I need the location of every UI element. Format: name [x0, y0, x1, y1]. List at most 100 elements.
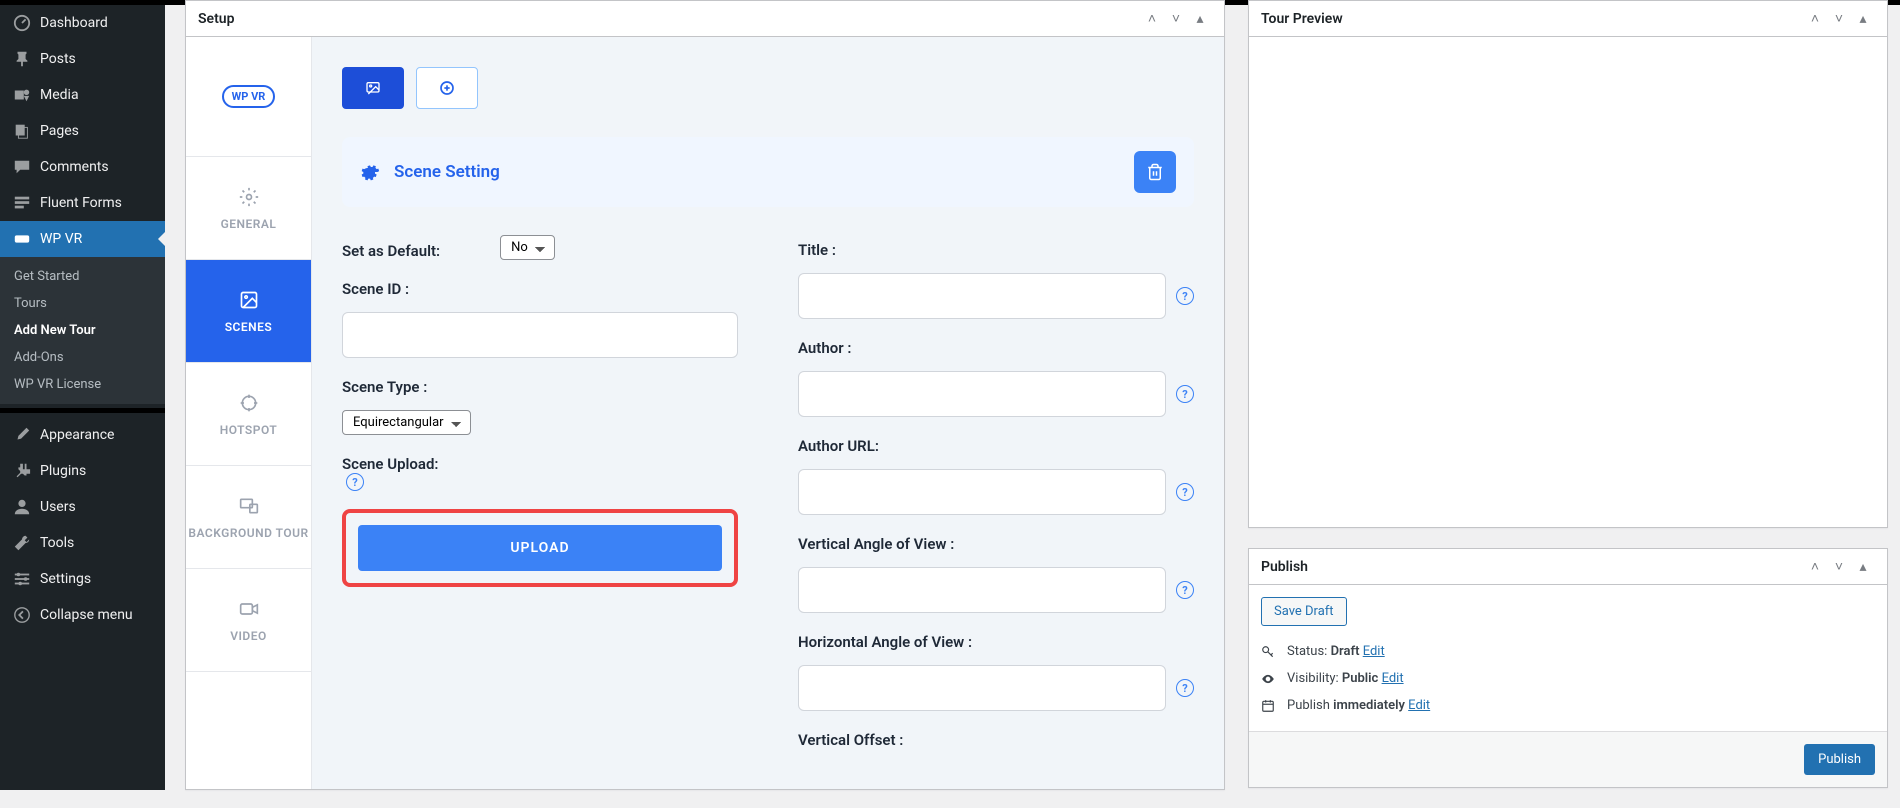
gear-icon [237, 185, 261, 209]
edit-schedule-link[interactable]: Edit [1408, 698, 1430, 713]
vtab-video[interactable]: VIDEO [186, 569, 311, 672]
move-up-icon[interactable]: ˄ [1803, 555, 1827, 579]
move-down-icon[interactable]: ˅ [1827, 555, 1851, 579]
sidebar-item-settings[interactable]: Settings [0, 561, 165, 597]
edit-visibility-link[interactable]: Edit [1382, 671, 1404, 686]
gear-icon [360, 162, 380, 182]
calendar-icon [1261, 699, 1277, 713]
submenu-add-new-tour[interactable]: Add New Tour [0, 317, 165, 344]
sidebar-item-media[interactable]: Media [0, 77, 165, 113]
toggle-icon[interactable]: ▴ [1851, 7, 1875, 31]
menu-label: Pages [40, 123, 79, 139]
info-icon[interactable]: ? [1176, 679, 1194, 697]
vtab-label: HOTSPOT [220, 423, 278, 437]
sidebar-item-wpvr[interactable]: WP VR [0, 221, 165, 257]
menu-label: Users [40, 499, 76, 515]
sidebar-item-collapse[interactable]: Collapse menu [0, 597, 165, 633]
setup-left-nav: WP VR GENERAL SCENES HOTSPOT BACKGROUND … [186, 37, 312, 790]
image-icon [363, 80, 383, 96]
menu-label: WP VR [40, 231, 82, 247]
right-sidebar: Tour Preview ˄ ˅ ▴ Publish ˄ ˅ ▴ Save Dr… [1248, 0, 1888, 808]
target-icon [237, 391, 261, 415]
scene-setting-header: Scene Setting [342, 137, 1194, 207]
menu-label: Comments [40, 159, 109, 175]
sidebar-item-tools[interactable]: Tools [0, 525, 165, 561]
media-icon [12, 85, 32, 105]
plus-icon [439, 80, 455, 96]
sidebar-item-posts[interactable]: Posts [0, 41, 165, 77]
pages-icon [12, 121, 32, 141]
sidebar-item-dashboard[interactable]: Dashboard [0, 5, 165, 41]
edit-status-link[interactable]: Edit [1363, 644, 1385, 659]
tour-preview-title: Tour Preview [1261, 11, 1343, 27]
delete-scene-button[interactable] [1134, 151, 1176, 193]
author-label: Author : [798, 339, 1194, 357]
sidebar-item-users[interactable]: Users [0, 489, 165, 525]
vtab-hotspot[interactable]: HOTSPOT [186, 363, 311, 466]
form-icon [12, 193, 32, 213]
video-icon [237, 597, 261, 621]
move-down-icon[interactable]: ˅ [1164, 7, 1188, 31]
vtab-label: GENERAL [221, 217, 277, 231]
menu-label: Collapse menu [40, 607, 133, 623]
title-input[interactable] [798, 273, 1166, 319]
author-url-input[interactable] [798, 469, 1166, 515]
move-down-icon[interactable]: ˅ [1827, 7, 1851, 31]
trash-icon [1146, 163, 1164, 181]
submenu-get-started[interactable]: Get Started [0, 263, 165, 290]
info-icon[interactable]: ? [1176, 483, 1194, 501]
menu-label: Posts [40, 51, 76, 67]
vtab-general[interactable]: GENERAL [186, 157, 311, 260]
info-icon[interactable]: ? [1176, 581, 1194, 599]
default-label: Set as Default: [342, 242, 440, 260]
author-input[interactable] [798, 371, 1166, 417]
scene-setting-title: Scene Setting [394, 162, 500, 182]
menu-label: Plugins [40, 463, 86, 479]
menu-label: Dashboard [40, 15, 108, 31]
add-scene-button[interactable] [416, 67, 478, 109]
sidebar-item-pages[interactable]: Pages [0, 113, 165, 149]
default-select[interactable]: No [500, 235, 555, 260]
submenu-tours[interactable]: Tours [0, 290, 165, 317]
info-icon[interactable]: ? [1176, 385, 1194, 403]
setup-content: Scene Setting Set as Default: No Scene I… [312, 37, 1224, 790]
vtab-background[interactable]: BACKGROUND TOUR [186, 466, 311, 569]
setup-header: Setup ˄ ˅ ▴ [186, 1, 1224, 37]
save-draft-button[interactable]: Save Draft [1261, 597, 1347, 626]
eye-icon [1261, 672, 1277, 686]
submenu-addons[interactable]: Add-Ons [0, 344, 165, 371]
scene-type-select[interactable]: Equirectangular [342, 410, 471, 435]
menu-label: Media [40, 87, 79, 103]
collapse-icon [12, 605, 32, 625]
publish-button[interactable]: Publish [1804, 744, 1875, 775]
pin-icon [12, 49, 32, 69]
setup-metabox: Setup ˄ ˅ ▴ WP VR GENERAL SCENES HOTSPOT [185, 0, 1225, 790]
devices-icon [237, 494, 261, 518]
haov-input[interactable] [798, 665, 1166, 711]
vaov-input[interactable] [798, 567, 1166, 613]
vtab-label: SCENES [225, 320, 273, 334]
author-url-label: Author URL: [798, 437, 1194, 455]
status-row: Status: Draft Edit [1261, 638, 1875, 665]
sidebar-item-plugins[interactable]: Plugins [0, 453, 165, 489]
toggle-icon[interactable]: ▴ [1851, 555, 1875, 579]
upload-highlight: UPLOAD [342, 509, 738, 587]
vtab-scenes[interactable]: SCENES [186, 260, 311, 363]
upload-button[interactable]: UPLOAD [358, 525, 722, 571]
submenu-license[interactable]: WP VR License [0, 371, 165, 398]
sidebar-item-fluentforms[interactable]: Fluent Forms [0, 185, 165, 221]
move-up-icon[interactable]: ˄ [1803, 7, 1827, 31]
info-icon[interactable]: ? [346, 473, 364, 491]
toggle-icon[interactable]: ▴ [1188, 7, 1212, 31]
image-icon [237, 288, 261, 312]
plug-icon [12, 461, 32, 481]
vaov-label: Vertical Angle of View : [798, 535, 1194, 553]
scene-type-label: Scene Type : [342, 378, 738, 396]
sidebar-item-comments[interactable]: Comments [0, 149, 165, 185]
scene-id-input[interactable] [342, 312, 738, 358]
sidebar-item-appearance[interactable]: Appearance [0, 417, 165, 453]
scene-tab-1[interactable] [342, 67, 404, 109]
move-up-icon[interactable]: ˄ [1140, 7, 1164, 31]
info-icon[interactable]: ? [1176, 287, 1194, 305]
title-label: Title : [798, 241, 1194, 259]
